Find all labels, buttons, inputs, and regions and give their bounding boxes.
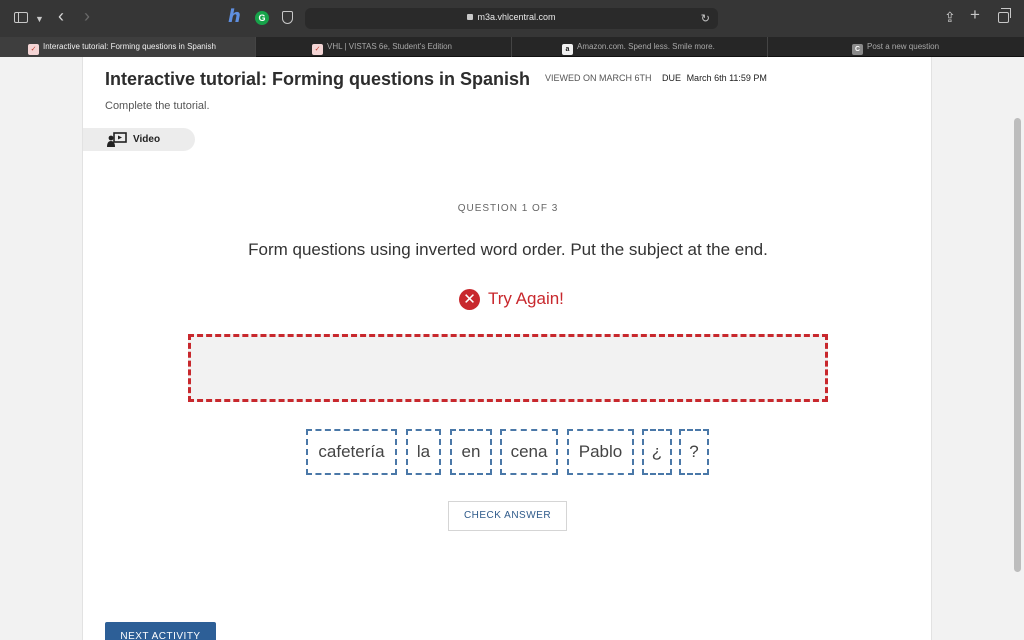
due-label: DUE	[662, 73, 682, 83]
word-tile[interactable]: Pablo	[567, 429, 634, 475]
shield-icon[interactable]	[282, 11, 293, 24]
sidebar-toggle-icon[interactable]	[14, 12, 28, 23]
activity-meta: VIEWED ON MARCH 6TH DUE March 6th 11:59 …	[545, 73, 767, 83]
word-tile[interactable]: ?	[679, 429, 709, 475]
word-tile[interactable]: la	[406, 429, 441, 475]
share-icon[interactable]: ⇪	[944, 10, 956, 24]
tab-label: VHL | VISTAS 6e, Student's Edition	[327, 42, 453, 51]
extension-h-icon[interactable]: ℎ	[228, 7, 241, 25]
back-arrow-icon[interactable]: ‹	[58, 7, 64, 25]
activity-page: Interactive tutorial: Forming questions …	[82, 57, 932, 640]
browser-toolbar: ▼ ‹ › ℎ G m3a.vhlcentral.com ↻ ⇪ +	[0, 0, 1024, 37]
tab-label: Amazon.com. Spend less. Smile more.	[577, 42, 715, 51]
vhl-icon: ✓	[28, 44, 39, 55]
check-answer-button[interactable]: CHECK ANSWER	[448, 501, 567, 531]
tab-post-question[interactable]: C Post a new question	[768, 37, 1024, 57]
question-counter: QUESTION 1 OF 3	[457, 203, 559, 214]
vhl-icon: ✓	[312, 44, 323, 55]
page-title: Interactive tutorial: Forming questions …	[105, 69, 531, 89]
presenter-icon	[107, 132, 127, 147]
tab-interactive-tutorial[interactable]: ✓ Interactive tutorial: Forming questions…	[0, 37, 256, 57]
word-tile[interactable]: cena	[500, 429, 558, 475]
new-tab-icon[interactable]: +	[970, 6, 980, 23]
question-prompt: Form questions using inverted word order…	[248, 240, 768, 259]
tab-label: Post a new question	[867, 42, 940, 51]
next-activity-button[interactable]: NEXT ACTIVITY	[105, 622, 216, 640]
address-bar[interactable]: m3a.vhlcentral.com ↻	[305, 8, 718, 29]
tab-label: Interactive tutorial: Forming questions …	[43, 42, 216, 51]
url-text: m3a.vhlcentral.com	[477, 12, 556, 22]
answer-dropzone[interactable]	[188, 334, 828, 402]
tab-vistas[interactable]: ✓ VHL | VISTAS 6e, Student's Edition	[256, 37, 512, 57]
reload-icon[interactable]: ↻	[701, 12, 710, 25]
video-button[interactable]: Video	[83, 128, 195, 151]
lock-icon	[467, 14, 474, 20]
tab-amazon[interactable]: a Amazon.com. Spend less. Smile more.	[512, 37, 768, 57]
due-date: March 6th 11:59 PM	[686, 73, 767, 83]
viewed-status: VIEWED ON MARCH 6TH	[545, 73, 652, 83]
chegg-icon: C	[852, 44, 863, 55]
feedback-text: Try Again!	[488, 289, 564, 308]
forward-arrow-icon[interactable]: ›	[84, 7, 90, 25]
word-tile[interactable]: en	[450, 429, 492, 475]
tab-bar: ✓ Interactive tutorial: Forming questions…	[0, 37, 1024, 57]
amazon-icon: a	[562, 44, 573, 55]
word-tile[interactable]: cafetería	[306, 429, 397, 475]
video-label: Video	[133, 134, 161, 145]
error-x-icon: ✕	[459, 289, 480, 310]
grammarly-icon[interactable]: G	[255, 11, 269, 25]
instructions: Complete the tutorial.	[105, 100, 210, 112]
chevron-down-icon[interactable]: ▼	[35, 12, 44, 26]
word-tile[interactable]: ¿	[642, 429, 672, 475]
scrollbar[interactable]	[1014, 118, 1021, 572]
tab-overview-icon[interactable]	[998, 8, 1011, 23]
